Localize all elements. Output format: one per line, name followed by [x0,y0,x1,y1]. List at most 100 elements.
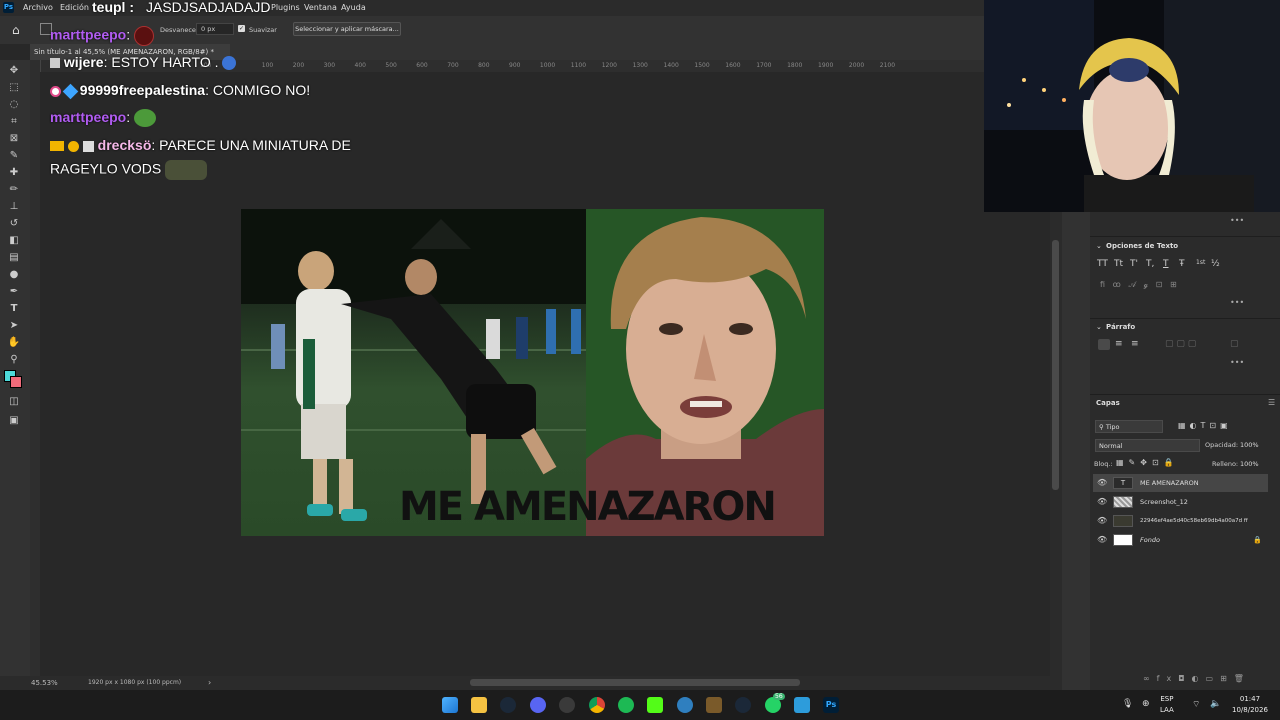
input-language-indicator[interactable]: ESP LAA [1160,694,1174,716]
opacity-input[interactable]: 100% [1240,441,1259,449]
align-right-button[interactable]: ≡ [1131,339,1139,349]
system-clock[interactable]: 01:47 10/8/2026 [1232,694,1268,716]
align-left-button[interactable] [1098,339,1110,350]
discord-icon[interactable] [530,697,546,713]
text-options-chevron-icon[interactable]: ⌄ [1096,242,1102,250]
panel-separator [1090,236,1280,237]
layer-row[interactable]: 👁 Fondo 🔒 [1093,531,1268,549]
panel-more-icon[interactable]: ••• [1230,216,1244,225]
visibility-eye-icon[interactable]: 👁 [1097,474,1107,492]
zoom-tool-icon[interactable]: ⚲ [7,354,21,366]
keyboard-layout: LAA [1160,706,1174,714]
eraser-tool-icon[interactable]: ◧ [7,235,21,247]
menu-archivo[interactable]: Archivo [23,3,53,12]
healing-brush-icon[interactable]: ✚ [7,167,21,179]
chrome-alt-icon[interactable] [559,697,575,713]
all-caps-button[interactable]: TT [1097,259,1108,269]
layer-row[interactable]: 👁 T ME AMENAZARON [1093,474,1268,492]
layer-filter-select[interactable]: ⚲ Tipo [1095,420,1163,433]
photoshop-logo-icon[interactable]: Ps [3,2,14,13]
search-icon: ⚲ [1099,423,1104,431]
crop-tool-icon[interactable]: ⌗ [7,116,21,128]
pen-tool-icon[interactable]: ✒ [7,286,21,298]
visibility-eye-icon[interactable]: 👁 [1097,531,1107,549]
canvas-overlay-text[interactable]: ME AMENAZARON [399,484,777,530]
justify-buttons[interactable]: ▢ ▢ ▢ [1165,339,1196,349]
blend-mode-select[interactable]: Normal [1095,439,1200,452]
fractions-button[interactable]: ½ [1211,259,1220,269]
strikethrough-button[interactable]: Ŧ [1179,259,1185,269]
fill-input[interactable]: 100% [1240,460,1259,468]
minecraft-icon[interactable] [706,697,722,713]
menu-edicion[interactable]: Edición [60,3,89,12]
feather-input[interactable]: 0 px [196,23,234,35]
photoshop-taskbar-icon[interactable]: Ps [823,697,839,713]
stamp-tool-icon[interactable]: ⊥ [7,201,21,213]
layer-row[interactable]: 👁 Screenshot_12 [1093,493,1268,511]
marquee-tool-icon[interactable]: ⬚ [7,82,21,94]
lasso-tool-icon[interactable]: ◌ [7,99,21,111]
layer-row[interactable]: 👁 22946ef4ae5d40c58eb69db4a00a7d ff [1093,512,1268,530]
panel-more-icon[interactable]: ••• [1230,358,1244,367]
justify-all-button[interactable]: ▢ [1230,339,1239,349]
brush-tool-icon[interactable]: ✏ [7,184,21,196]
vertical-scroll-thumb[interactable] [1052,240,1059,490]
layer-filter-icons[interactable]: ▦◐T⊡▣ [1178,421,1232,430]
ccleaner-icon[interactable] [677,697,693,713]
panel-more-icon[interactable]: ••• [1230,298,1244,307]
lock-icons[interactable]: ▦✎✥⊡🔒 [1116,458,1179,467]
spotify-icon[interactable] [618,697,634,713]
volume-icon[interactable]: 🔈 [1210,699,1221,709]
kick-icon[interactable] [647,697,663,713]
gradient-tool-icon[interactable]: ▤ [7,252,21,264]
chat-message: PARECE UNA MINIATURA DE [155,137,351,153]
menu-plugins[interactable]: Plugins [271,3,300,12]
horizontal-scroll-thumb[interactable] [470,679,800,686]
steam-icon[interactable] [500,697,516,713]
chrome-icon[interactable] [589,697,605,713]
steam-secondary-icon[interactable] [735,697,751,713]
visibility-eye-icon[interactable]: 👁 [1097,512,1107,530]
dodge-tool-icon[interactable]: ● [7,269,21,281]
wifi-icon[interactable]: ⌔ [1192,699,1200,710]
badge-icon [82,140,94,152]
hand-tool-icon[interactable]: ✋ [7,337,21,349]
path-select-tool-icon[interactable]: ➤ [7,320,21,332]
windows-start-icon[interactable] [442,697,458,713]
background-color-swatch[interactable] [10,376,22,388]
document-info: 1920 px x 1080 px (100 ppcm) [88,679,182,686]
vscode-icon[interactable] [794,697,810,713]
move-tool-icon[interactable]: ✥ [7,65,21,77]
layers-title[interactable]: Capas [1096,399,1120,407]
eyedropper-tool-icon[interactable]: ✎ [7,150,21,162]
underline-button[interactable]: T [1163,259,1169,269]
ordinals-button[interactable]: 1st [1196,259,1205,266]
network-icon[interactable]: ⊕ [1142,699,1150,709]
status-arrow-icon[interactable]: › [208,678,211,687]
chat-line-6: RAGEYLO VODS [50,160,208,180]
type-tool-icon[interactable]: T [7,303,21,315]
frame-tool-icon[interactable]: ⊠ [7,133,21,145]
layers-menu-icon[interactable]: ☰ [1268,398,1275,407]
subscript-button[interactable]: T, [1146,259,1154,269]
zoom-level[interactable]: 45.53% [31,679,58,687]
layers-footer-icons[interactable]: ∞fx◘◐▭⊞🗑 [1143,674,1251,683]
chat-message: RAGEYLO VODS [50,160,162,177]
ligature-icons-row[interactable]: ﬁ ꝏ 𝒜 ℊ ⊡ ⊞ [1100,280,1177,290]
menu-ayuda[interactable]: Ayuda [341,3,366,12]
file-explorer-icon[interactable] [471,697,487,713]
small-caps-button[interactable]: Tt [1114,259,1123,269]
microphone-icon[interactable]: 🎙 [1122,699,1133,709]
document-canvas[interactable]: ME AMENAZARON [241,209,824,536]
visibility-eye-icon[interactable]: 👁 [1097,493,1107,511]
align-center-button[interactable]: ≡ [1115,339,1123,349]
select-and-mask-button[interactable]: Seleccionar y aplicar máscara... [293,22,401,36]
history-brush-icon[interactable]: ↺ [7,218,21,230]
quick-mask-icon[interactable]: ◫ [7,396,21,408]
paragraph-chevron-icon[interactable]: ⌄ [1096,323,1102,331]
home-icon[interactable]: ⌂ [12,23,20,37]
superscript-button[interactable]: T' [1130,259,1138,269]
smooth-checkbox[interactable]: ✓ [238,25,245,32]
menu-ventana[interactable]: Ventana [304,3,337,12]
screen-mode-icon[interactable]: ▣ [7,415,21,427]
